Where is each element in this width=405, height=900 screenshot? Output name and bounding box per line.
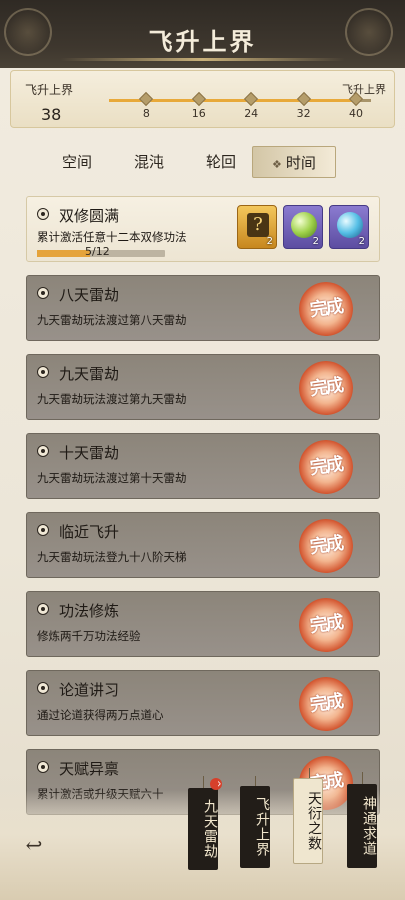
milestone-marker-icon[interactable]: [191, 91, 206, 107]
tab-reincarnation[interactable]: 轮回: [186, 146, 256, 178]
tab-space[interactable]: 空间: [42, 146, 112, 178]
quest-description: 九天雷劫玩法登九十八阶天梯: [37, 550, 187, 564]
milestone-marker-icon[interactable]: [296, 91, 311, 107]
quest-title: 九天雷劫: [59, 365, 120, 383]
quest-title: 功法修炼: [59, 602, 120, 620]
milestone-marker-icon[interactable]: [244, 91, 259, 107]
milestone-marker-icon[interactable]: [139, 91, 154, 107]
blue-orb-icon[interactable]: 2: [329, 205, 369, 249]
milestone-label: 8: [142, 107, 150, 120]
completed-seal-icon: 完成: [295, 436, 357, 498]
notification-badge: ^: [210, 778, 222, 790]
quest-description: 九天雷劫玩法渡过第八天雷劫: [37, 313, 187, 327]
quest-description: 修炼两千万功法经验: [37, 629, 141, 643]
quest-title: 八天雷劫: [59, 286, 120, 304]
milestone-label: 16: [191, 107, 206, 120]
quest-description: 九天雷劫玩法渡过第十天雷劫: [37, 471, 187, 485]
tag-string: [309, 768, 310, 778]
tag-string: [203, 776, 204, 788]
orb-graphic: [337, 212, 363, 238]
progress-label: 飞升上界: [25, 83, 74, 97]
completed-seal-icon: 完成: [295, 594, 357, 656]
bullet-icon: [37, 287, 49, 299]
progress-goal-label: 飞升上界: [342, 83, 386, 96]
game-screen: 飞升上界 飞升上界 38 飞升上界 8 16 24 32 40 空间 混沌 轮回 ❖ 时间…: [0, 0, 405, 900]
bullet-icon: [37, 445, 49, 457]
tag-nine-heavens-tribulation[interactable]: ^ 九天雷劫: [188, 778, 222, 870]
quest-card[interactable]: 十天雷劫九天雷劫玩法渡过第十天雷劫 完成: [26, 433, 380, 499]
quest-progress-fill: [37, 250, 91, 257]
quest-title: 十天雷劫: [59, 444, 120, 462]
quest-card[interactable]: 九天雷劫九天雷劫玩法渡过第九天雷劫 完成: [26, 354, 380, 420]
tab-time[interactable]: ❖ 时间: [252, 146, 336, 178]
tag-heavenly-numbers[interactable]: 天衍之数: [293, 778, 323, 864]
quest-title: 天赋异禀: [59, 760, 120, 778]
quest-description: 九天雷劫玩法渡过第九天雷劫: [37, 392, 187, 406]
quest-card[interactable]: 论道讲习通过论道获得两万点道心 完成: [26, 670, 380, 736]
completed-seal-icon: 完成: [295, 357, 357, 419]
reward-list: ? 2 2 2: [237, 205, 371, 253]
bullet-icon: [37, 366, 49, 378]
tab-chaos[interactable]: 混沌: [114, 146, 184, 178]
completed-seal-icon: 完成: [295, 278, 357, 340]
tag-ascension[interactable]: 飞升上界: [240, 786, 270, 868]
tab-marker-icon: ❖: [272, 158, 282, 171]
quest-card[interactable]: 双修圆满 累计激活任意十二本双修功法 5/12? 2 2 2: [26, 196, 380, 262]
milestone-label: 32: [296, 107, 311, 120]
reward-count: 2: [358, 236, 365, 247]
header-bar: 飞升上界: [0, 0, 405, 68]
completed-seal-icon: 完成: [295, 515, 357, 577]
quest-card[interactable]: 临近飞升九天雷劫玩法登九十八阶天梯 完成: [26, 512, 380, 578]
ascension-progress-panel: 飞升上界 38 飞升上界 8 16 24 32 40: [10, 70, 395, 128]
green-orb-icon[interactable]: 2: [283, 205, 323, 249]
progress-value: 38: [41, 105, 62, 124]
roof-divider: [60, 58, 345, 61]
quest-list: 双修圆满 累计激活任意十二本双修功法 5/12? 2 2 2 八天雷劫 九天雷劫玩法渡过第八天…: [26, 196, 380, 828]
quest-description: 通过论道获得两万点道心: [37, 708, 164, 722]
tag-string: [255, 776, 256, 786]
quest-title: 论道讲习: [59, 681, 120, 699]
golden-scroll-icon[interactable]: ? 2: [237, 205, 277, 249]
bullet-icon: [37, 761, 49, 773]
quest-title: 双修圆满: [59, 207, 120, 225]
quest-description: 累计激活任意十二本双修功法: [37, 230, 187, 244]
tag-string: [362, 772, 363, 784]
quest-card[interactable]: 功法修炼修炼两千万功法经验 完成: [26, 591, 380, 657]
back-button[interactable]: ↩: [18, 834, 50, 856]
reward-count: 2: [266, 236, 273, 247]
quest-progress-text: 5/12: [85, 245, 110, 258]
category-tabs: 空间 混沌 轮回 ❖ 时间: [6, 138, 399, 186]
quest-title: 临近飞升: [59, 523, 120, 541]
bullet-icon: [37, 524, 49, 536]
orb-graphic: [291, 212, 317, 238]
bullet-icon: [37, 603, 49, 615]
bullet-icon: [37, 682, 49, 694]
reward-glyph: ?: [247, 213, 269, 237]
quest-card[interactable]: 八天雷劫九天雷劫玩法渡过第八天雷劫 完成: [26, 275, 380, 341]
tag-divine-arts[interactable]: 神通求道: [347, 784, 377, 868]
page-title: 飞升上界: [148, 27, 257, 56]
completed-seal-icon: 完成: [295, 673, 357, 735]
reward-count: 2: [312, 236, 319, 247]
milestone-label: 24: [244, 107, 259, 120]
bullet-icon: [37, 208, 49, 220]
milestone-label: 40: [349, 107, 363, 120]
